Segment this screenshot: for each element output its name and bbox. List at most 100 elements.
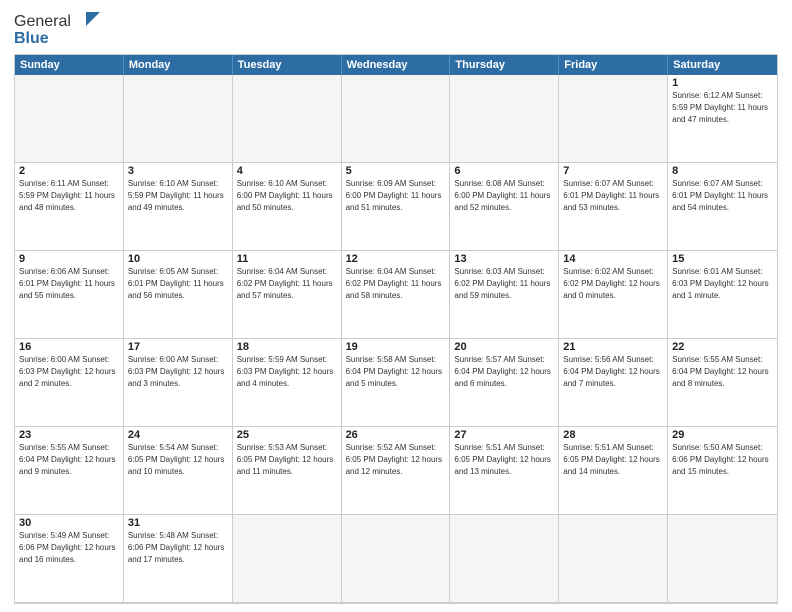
cell-date-number: 2 [19, 165, 119, 177]
cell-date-number: 17 [128, 341, 228, 353]
cell-info-text: Sunrise: 6:04 AM Sunset: 6:02 PM Dayligh… [346, 267, 442, 300]
cell-date-number: 9 [19, 253, 119, 265]
cell-info-text: Sunrise: 6:08 AM Sunset: 6:00 PM Dayligh… [454, 179, 550, 212]
calendar-cell [668, 515, 777, 603]
day-header-thursday: Thursday [450, 55, 559, 75]
page: GeneralBlue SundayMondayTuesdayWednesday… [0, 0, 792, 612]
cell-info-text: Sunrise: 6:01 AM Sunset: 6:03 PM Dayligh… [672, 267, 769, 300]
calendar-cell: 6 Sunrise: 6:08 AM Sunset: 6:00 PM Daylig… [450, 163, 559, 251]
calendar-cell [559, 515, 668, 603]
cell-info-text: Sunrise: 5:50 AM Sunset: 6:06 PM Dayligh… [672, 443, 769, 476]
calendar-cell: 9 Sunrise: 6:06 AM Sunset: 6:01 PM Daylig… [15, 251, 124, 339]
cell-date-number: 19 [346, 341, 446, 353]
cell-info-text: Sunrise: 6:07 AM Sunset: 6:01 PM Dayligh… [672, 179, 768, 212]
cell-info-text: Sunrise: 6:10 AM Sunset: 5:59 PM Dayligh… [128, 179, 224, 212]
cell-date-number: 20 [454, 341, 554, 353]
calendar-cell: 7 Sunrise: 6:07 AM Sunset: 6:01 PM Daylig… [559, 163, 668, 251]
cell-date-number: 22 [672, 341, 773, 353]
calendar-cell: 26Sunrise: 5:52 AM Sunset: 6:05 PM Dayli… [342, 427, 451, 515]
calendar-cell: 18Sunrise: 5:59 AM Sunset: 6:03 PM Dayli… [233, 339, 342, 427]
cell-info-text: Sunrise: 5:54 AM Sunset: 6:05 PM Dayligh… [128, 443, 225, 476]
cell-date-number: 7 [563, 165, 663, 177]
calendar-cell: 31Sunrise: 5:48 AM Sunset: 6:06 PM Dayli… [124, 515, 233, 603]
cell-info-text: Sunrise: 6:11 AM Sunset: 5:59 PM Dayligh… [19, 179, 115, 212]
calendar-cell [15, 75, 124, 163]
cell-info-text: Sunrise: 5:59 AM Sunset: 6:03 PM Dayligh… [237, 355, 334, 388]
calendar-cell: 20 Sunrise: 5:57 AM Sunset: 6:04 PM Dayli… [450, 339, 559, 427]
calendar-cell: 23Sunrise: 5:55 AM Sunset: 6:04 PM Dayli… [15, 427, 124, 515]
calendar-cell: 12 Sunrise: 6:04 AM Sunset: 6:02 PM Dayli… [342, 251, 451, 339]
calendar-cell: 19 Sunrise: 5:58 AM Sunset: 6:04 PM Dayli… [342, 339, 451, 427]
cell-date-number: 13 [454, 253, 554, 265]
cell-info-text: Sunrise: 5:57 AM Sunset: 6:04 PM Dayligh… [454, 355, 551, 388]
cell-date-number: 12 [346, 253, 446, 265]
cell-info-text: Sunrise: 5:49 AM Sunset: 6:06 PM Dayligh… [19, 531, 116, 564]
cell-info-text: Sunrise: 6:00 AM Sunset: 6:03 PM Dayligh… [128, 355, 225, 388]
calendar-grid: 1 Sunrise: 6:12 AM Sunset: 5:59 PM Daylig… [15, 75, 777, 603]
calendar-cell [559, 75, 668, 163]
calendar-cell: 21 Sunrise: 5:56 AM Sunset: 6:04 PM Dayli… [559, 339, 668, 427]
calendar-cell [342, 515, 451, 603]
calendar-cell [233, 75, 342, 163]
calendar-cell: 14 Sunrise: 6:02 AM Sunset: 6:02 PM Dayli… [559, 251, 668, 339]
calendar-cell: 8 Sunrise: 6:07 AM Sunset: 6:01 PM Daylig… [668, 163, 777, 251]
calendar-cell: 30 Sunrise: 5:49 AM Sunset: 6:06 PM Dayli… [15, 515, 124, 603]
calendar-cell [450, 515, 559, 603]
calendar-cell: 5Sunrise: 6:09 AM Sunset: 6:00 PM Daylig… [342, 163, 451, 251]
cell-info-text: Sunrise: 6:02 AM Sunset: 6:02 PM Dayligh… [563, 267, 660, 300]
cell-info-text: Sunrise: 6:12 AM Sunset: 5:59 PM Dayligh… [672, 91, 768, 124]
day-header-sunday: Sunday [15, 55, 124, 75]
cell-info-text: Sunrise: 6:06 AM Sunset: 6:01 PM Dayligh… [19, 267, 115, 300]
cell-info-text: Sunrise: 6:00 AM Sunset: 6:03 PM Dayligh… [19, 355, 116, 388]
calendar-cell: 24 Sunrise: 5:54 AM Sunset: 6:05 PM Dayli… [124, 427, 233, 515]
calendar-cell: 13 Sunrise: 6:03 AM Sunset: 6:02 PM Dayli… [450, 251, 559, 339]
cell-date-number: 28 [563, 429, 663, 441]
cell-info-text: Sunrise: 6:04 AM Sunset: 6:02 PM Dayligh… [237, 267, 333, 300]
cell-info-text: Sunrise: 5:51 AM Sunset: 6:05 PM Dayligh… [454, 443, 551, 476]
cell-date-number: 5 [346, 165, 446, 177]
cell-date-number: 31 [128, 517, 228, 529]
cell-info-text: Sunrise: 5:56 AM Sunset: 6:04 PM Dayligh… [563, 355, 660, 388]
calendar-cell: 10Sunrise: 6:05 AM Sunset: 6:01 PM Dayli… [124, 251, 233, 339]
cell-date-number: 1 [672, 77, 773, 89]
cell-info-text: Sunrise: 5:51 AM Sunset: 6:05 PM Dayligh… [563, 443, 660, 476]
cell-info-text: Sunrise: 5:52 AM Sunset: 6:05 PM Dayligh… [346, 443, 443, 476]
cell-date-number: 4 [237, 165, 337, 177]
day-header-wednesday: Wednesday [342, 55, 451, 75]
cell-info-text: Sunrise: 6:03 AM Sunset: 6:02 PM Dayligh… [454, 267, 550, 300]
calendar-cell: 15 Sunrise: 6:01 AM Sunset: 6:03 PM Dayli… [668, 251, 777, 339]
cell-info-text: Sunrise: 5:53 AM Sunset: 6:05 PM Dayligh… [237, 443, 334, 476]
cell-date-number: 30 [19, 517, 119, 529]
cell-date-number: 27 [454, 429, 554, 441]
cell-info-text: Sunrise: 5:58 AM Sunset: 6:04 PM Dayligh… [346, 355, 443, 388]
cell-info-text: Sunrise: 5:55 AM Sunset: 6:04 PM Dayligh… [19, 443, 116, 476]
calendar-cell: 28 Sunrise: 5:51 AM Sunset: 6:05 PM Dayli… [559, 427, 668, 515]
calendar-cell: 11Sunrise: 6:04 AM Sunset: 6:02 PM Dayli… [233, 251, 342, 339]
calendar-cell: 2 Sunrise: 6:11 AM Sunset: 5:59 PM Daylig… [15, 163, 124, 251]
calendar-cell: 3 Sunrise: 6:10 AM Sunset: 5:59 PM Daylig… [124, 163, 233, 251]
cell-date-number: 24 [128, 429, 228, 441]
cell-date-number: 29 [672, 429, 773, 441]
calendar-cell [342, 75, 451, 163]
generalblue-logo-icon: GeneralBlue [14, 10, 104, 48]
calendar-cell [124, 75, 233, 163]
day-header-friday: Friday [559, 55, 668, 75]
svg-text:Blue: Blue [14, 30, 49, 47]
calendar-cell: 1 Sunrise: 6:12 AM Sunset: 5:59 PM Daylig… [668, 75, 777, 163]
header: GeneralBlue [14, 10, 778, 48]
cell-date-number: 3 [128, 165, 228, 177]
cell-info-text: Sunrise: 6:10 AM Sunset: 6:00 PM Dayligh… [237, 179, 333, 212]
cell-info-text: Sunrise: 6:07 AM Sunset: 6:01 PM Dayligh… [563, 179, 659, 212]
cell-date-number: 8 [672, 165, 773, 177]
day-header-monday: Monday [124, 55, 233, 75]
cell-date-number: 6 [454, 165, 554, 177]
calendar-cell: 25Sunrise: 5:53 AM Sunset: 6:05 PM Dayli… [233, 427, 342, 515]
calendar-cell: 4 Sunrise: 6:10 AM Sunset: 6:00 PM Daylig… [233, 163, 342, 251]
cell-date-number: 15 [672, 253, 773, 265]
cell-info-text: Sunrise: 5:55 AM Sunset: 6:04 PM Dayligh… [672, 355, 769, 388]
calendar-cell: 17 Sunrise: 6:00 AM Sunset: 6:03 PM Dayli… [124, 339, 233, 427]
cell-date-number: 16 [19, 341, 119, 353]
cell-info-text: Sunrise: 6:05 AM Sunset: 6:01 PM Dayligh… [128, 267, 224, 300]
cell-date-number: 21 [563, 341, 663, 353]
cell-date-number: 14 [563, 253, 663, 265]
